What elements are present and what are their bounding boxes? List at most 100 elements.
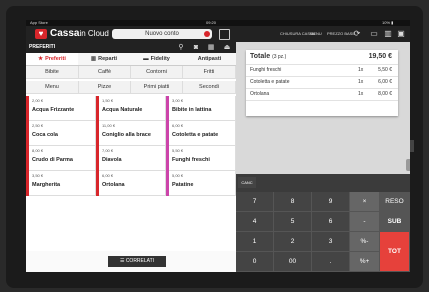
ticket-item-name: Funghi freschi <box>250 67 282 73</box>
grid-icon[interactable]: ▦ <box>206 43 216 52</box>
product-tile[interactable]: 6,00 € Ortolana <box>96 171 166 196</box>
key-2[interactable]: 2 <box>274 232 312 252</box>
category-primi-piatti[interactable]: Primi piatti <box>131 81 183 94</box>
tablet-home-button <box>410 140 414 152</box>
account-select-value: Nuovo conto <box>145 31 179 37</box>
product-tile[interactable]: 11,00 € Coniglio alla brace <box>96 121 166 146</box>
key-multiply[interactable]: × <box>350 192 380 212</box>
key-00[interactable]: 00 <box>274 252 312 272</box>
key-1[interactable]: 1 <box>236 232 274 252</box>
key-percent-minus[interactable]: %- <box>350 232 380 252</box>
product-price: 3,50 € <box>32 173 44 178</box>
total-count: (3 pz.) <box>272 54 287 60</box>
key-minus[interactable]: - <box>350 212 380 232</box>
app-header: ♥ Cassain Cloud Nuovo conto CHIUSURA CAS… <box>26 26 410 42</box>
camera-icon[interactable]: ◙ <box>191 43 201 52</box>
key-percent-plus[interactable]: %+ <box>350 252 380 272</box>
category-secondi[interactable]: Secondi <box>183 81 236 94</box>
tab-antipasti[interactable]: Antipasti <box>183 53 236 65</box>
product-name: Funghi freschi <box>172 157 210 163</box>
product-price: 5,00 € <box>172 173 184 178</box>
product-tile[interactable]: 2,50 € Coca cola <box>26 121 96 146</box>
product-tile[interactable]: 5,50 € Funghi freschi <box>166 146 236 171</box>
receipt: Totale (3 pz.) 19,50 € Funghi freschi 1x… <box>246 50 398 116</box>
product-tile[interactable]: 3,00 € Bibite in lattina <box>166 96 236 121</box>
product-tile[interactable]: 3,50 € Margherita <box>26 171 96 196</box>
ticket-item-name: Cotoletta e patate <box>250 79 290 85</box>
product-price: 3,00 € <box>172 98 184 103</box>
product-price: 11,00 € <box>102 123 116 128</box>
ticket-row[interactable]: Ortolana 1x 8,00 € <box>246 89 398 101</box>
tab-reparti[interactable]: ▥ Reparti <box>78 53 130 65</box>
product-price: 2,50 € <box>32 123 44 128</box>
tab-preferiti[interactable]: ★ Preferiti <box>26 53 78 65</box>
section-title: PREFERITI <box>29 44 56 50</box>
key-0[interactable]: 0 <box>236 252 274 272</box>
product-tile[interactable]: 1,50 € Acqua Naturale <box>96 96 166 121</box>
product-tile[interactable]: 7,00 € Diavola <box>96 146 166 171</box>
reso-button[interactable]: RESO <box>380 192 410 212</box>
brand-suffix: in Cloud <box>79 29 109 38</box>
key-3[interactable]: 3 <box>312 232 350 252</box>
menu-button[interactable]: MENU <box>310 30 322 38</box>
tab-fidelity[interactable]: ▬ Fidelity <box>130 53 183 65</box>
category-contorni[interactable]: Contorni <box>131 66 183 79</box>
key-8[interactable]: 8 <box>274 192 312 212</box>
key-5[interactable]: 5 <box>274 212 312 232</box>
ticket-item-name: Ortolana <box>250 91 270 97</box>
product-tile[interactable]: 2,00 € Acqua Frizzante <box>26 96 96 121</box>
key-7[interactable]: 7 <box>236 192 274 212</box>
product-color-bar <box>166 121 169 146</box>
refresh-icon[interactable]: ⟳ <box>352 29 362 38</box>
category-menu[interactable]: Menu <box>26 81 79 94</box>
barcode-icon[interactable]: ▥ <box>383 29 393 38</box>
ticket-row[interactable]: Cotoletta e patate 1x 6,00 € <box>246 77 398 89</box>
product-name: Ortolana <box>102 182 125 188</box>
total-value: 19,50 € <box>368 53 392 60</box>
save-icon[interactable] <box>219 29 230 40</box>
category-fritti[interactable]: Fritti <box>183 66 236 79</box>
product-color-bar <box>26 121 29 146</box>
category-caffe[interactable]: Caffè <box>79 66 131 79</box>
ticket-item-qty: 1x <box>358 67 364 73</box>
product-grid: 2,00 € Acqua Frizzante 1,50 € Acqua Natu… <box>26 96 236 251</box>
category-bibite[interactable]: Bibite <box>26 66 79 79</box>
ticket-row[interactable]: Funghi freschi 1x 5,50 € <box>246 65 398 77</box>
drawer-handle[interactable] <box>406 159 410 171</box>
subtotal-button[interactable]: SUB <box>380 212 410 232</box>
product-price: 7,00 € <box>102 148 114 153</box>
ticket-item-price: 8,00 € <box>378 91 392 97</box>
product-tile[interactable]: 8,00 € Crudo di Parma <box>26 146 96 171</box>
ticket-item-qty: 1x <box>358 79 364 85</box>
key-6[interactable]: 6 <box>312 212 350 232</box>
related-label: CORRELATI <box>125 258 155 264</box>
product-name: Acqua Naturale <box>102 107 143 113</box>
product-name: Patatine <box>172 182 194 188</box>
product-name: Bibite in lattina <box>172 107 212 113</box>
product-color-bar <box>96 171 99 196</box>
tab-label: Fidelity <box>150 56 170 62</box>
key-4[interactable]: 4 <box>236 212 274 232</box>
key-decimal[interactable]: . <box>312 252 350 272</box>
product-name: Coniglio alla brace <box>102 132 151 138</box>
total-label: Totale <box>250 53 271 60</box>
favorites-subbar: PREFERITI ⚲ ◙ ▦ ⏏ <box>26 42 236 53</box>
drawer-icon[interactable]: ▭ <box>369 29 379 38</box>
cancel-button[interactable]: CANC <box>238 177 256 188</box>
product-tile[interactable]: 6,00 € Cotoletta e patate <box>166 121 236 146</box>
heart-logo-icon: ♥ <box>35 29 47 39</box>
ticket-total-row: Totale (3 pz.) 19,50 € <box>246 50 398 65</box>
cash-register-icon[interactable]: ▣ <box>396 29 406 38</box>
related-button[interactable]: ☰ CORRELATI <box>108 256 166 267</box>
search-icon[interactable]: ⚲ <box>176 43 186 52</box>
product-tile[interactable]: 5,00 € Patatine <box>166 171 236 196</box>
product-color-bar <box>26 171 29 196</box>
total-button[interactable]: TOT <box>380 232 410 272</box>
product-color-bar <box>166 96 169 121</box>
tab-label: Preferiti <box>45 56 66 62</box>
print-icon[interactable]: ⏏ <box>222 43 232 52</box>
category-pizze[interactable]: Pizze <box>79 81 131 94</box>
base-price-button[interactable]: PREZZO BASE <box>327 30 355 38</box>
key-9[interactable]: 9 <box>312 192 350 212</box>
account-select[interactable]: Nuovo conto <box>112 29 212 39</box>
